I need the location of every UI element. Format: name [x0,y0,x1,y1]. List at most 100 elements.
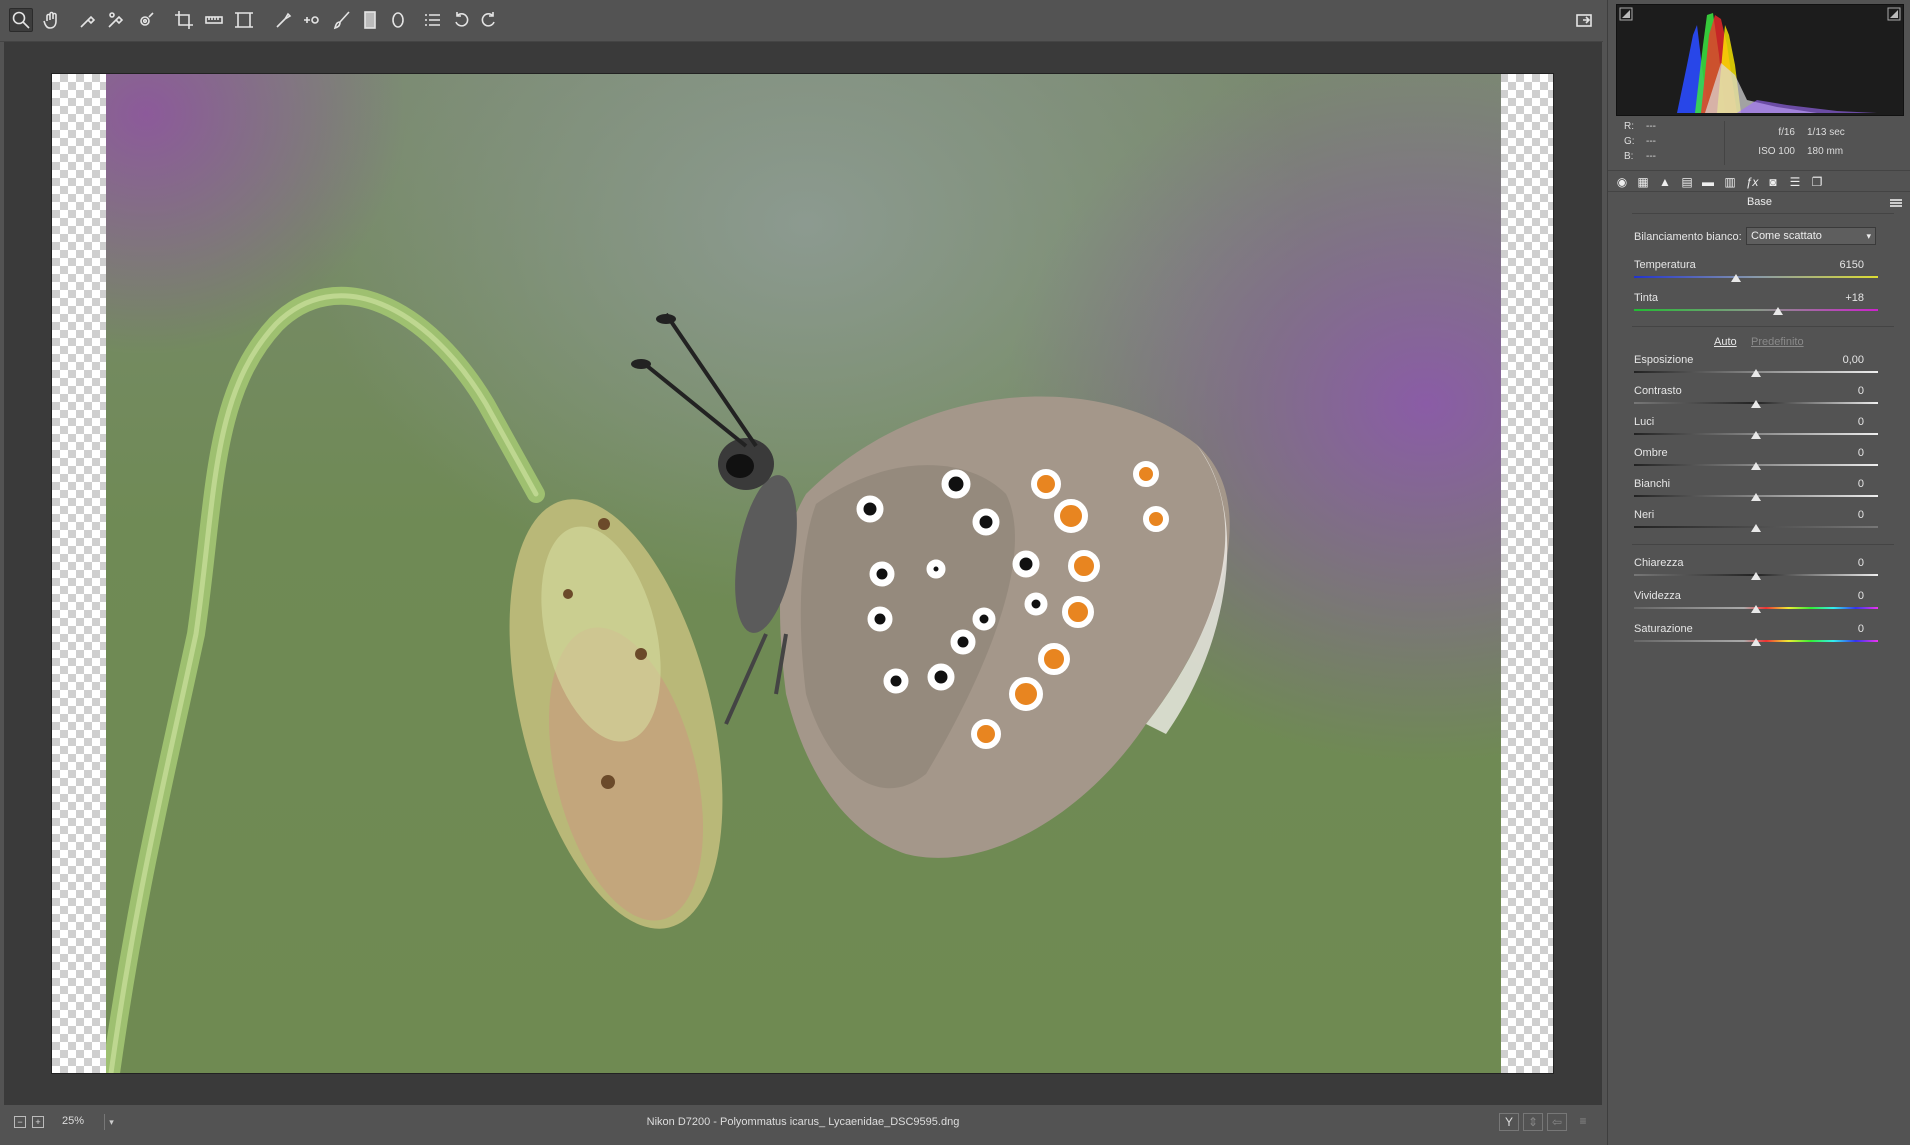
tab-tone-curve-icon[interactable]: ▦ [1635,174,1651,190]
slider-thumb[interactable] [1751,524,1761,532]
fullscreen-toggle-icon[interactable] [1572,8,1596,32]
slider-thumb[interactable] [1731,274,1742,282]
radial-filter-tool-icon[interactable] [386,8,410,32]
b-value: --- [1646,151,1656,162]
chiarezza-slider[interactable]: Chiarezza 0 [1634,557,1878,587]
default-button[interactable]: Predefinito [1751,336,1804,348]
slider-track[interactable] [1634,276,1878,278]
histogram [1616,4,1904,116]
histogram-graph [1619,7,1901,113]
tab-detail-icon[interactable]: ▲ [1657,174,1673,190]
esposizione-slider[interactable]: Esposizione 0,00 [1634,354,1878,384]
transparent-canvas [51,73,1554,1074]
slider-label: Bianchi [1634,478,1671,490]
slider-value[interactable]: 0 [1814,385,1864,397]
slider-value[interactable]: 0 [1814,557,1864,569]
butterfly-photo[interactable] [106,74,1501,1073]
auto-button[interactable]: Auto [1714,336,1737,348]
panel-menu-icon[interactable] [1890,199,1902,207]
slider-value[interactable]: 0 [1814,590,1864,602]
slider-label: Esposizione [1634,354,1694,366]
tab-presets-icon[interactable]: ☰ [1787,174,1803,190]
swap-before-after-icon[interactable]: ⇕ [1523,1113,1543,1131]
adjustment-brush-tool-icon[interactable] [330,8,354,32]
view-settings-icon[interactable]: ≡ [1573,1113,1593,1131]
graduated-filter-tool-icon[interactable] [358,8,382,32]
slider-thumb[interactable] [1751,638,1761,646]
slider-value[interactable]: 0 [1814,416,1864,428]
contrasto-slider[interactable]: Contrasto 0 [1634,385,1878,415]
slider-label: Tinta [1634,292,1659,304]
toolbar [0,0,1603,42]
slider-track[interactable] [1634,309,1878,311]
slider-value[interactable]: 0 [1814,509,1864,521]
rotate-left-tool-icon[interactable] [450,8,474,32]
white-balance-select[interactable]: Come scattato ▾ [1746,227,1876,245]
slider-thumb[interactable] [1751,572,1761,580]
vividezza-slider[interactable]: Vividezza 0 [1634,590,1878,620]
slider-value[interactable]: +18 [1814,292,1864,304]
crop-tool-icon[interactable] [172,8,196,32]
pixel-readout: R: --- G: --- B: --- f/16 1/13 sec ISO 1… [1618,121,1904,165]
shutter-value: 1/13 sec [1807,127,1845,138]
transform-tool-icon[interactable] [232,8,256,32]
slider-thumb[interactable] [1751,369,1761,377]
spot-removal-tool-icon[interactable] [272,8,296,32]
preferences-tool-icon[interactable] [420,8,444,32]
ombre-slider[interactable]: Ombre 0 [1634,447,1878,477]
file-name-label: Nikon D7200 - Polyommatus icarus_ Lycaen… [646,1116,960,1128]
hand-tool-icon[interactable] [40,8,64,32]
slider-label: Temperatura [1634,259,1696,271]
bianchi-slider[interactable]: Bianchi 0 [1634,478,1878,508]
section-divider [1632,213,1894,214]
neri-slider[interactable]: Neri 0 [1634,509,1878,539]
slider-thumb[interactable] [1751,493,1761,501]
targeted-adjustment-tool-icon[interactable] [134,8,158,32]
tab-hsl-icon[interactable]: ▤ [1679,174,1695,190]
before-after-toggle-icon[interactable]: Y [1499,1113,1519,1131]
r-label: R: [1624,121,1634,132]
slider-value[interactable]: 6150 [1814,259,1864,271]
tab-lens-corrections-icon[interactable]: ▥ [1722,174,1738,190]
tab-split-toning-icon[interactable]: ▬ [1700,174,1716,190]
rotate-right-tool-icon[interactable] [476,8,500,32]
slider-label: Contrasto [1634,385,1682,397]
zoom-tool-icon[interactable] [9,8,33,32]
copy-settings-icon[interactable]: ⇦ [1547,1113,1567,1131]
slider-value[interactable]: 0 [1814,447,1864,459]
straighten-tool-icon[interactable] [202,8,226,32]
slider-value[interactable]: 0 [1814,478,1864,490]
color-sampler-tool-icon[interactable] [104,8,128,32]
saturazione-slider[interactable]: Saturazione 0 [1634,623,1878,653]
white-balance-tool-icon[interactable] [76,8,100,32]
slider-value[interactable]: 0,00 [1814,354,1864,366]
slider-label: Vividezza [1634,590,1681,602]
slider-value[interactable]: 0 [1814,623,1864,635]
g-value: --- [1646,136,1656,147]
slider-thumb[interactable] [1751,605,1761,613]
slider-label: Chiarezza [1634,557,1684,569]
section-divider [1632,326,1894,327]
tinta-slider[interactable]: Tinta +18 [1634,292,1878,322]
slider-thumb[interactable] [1751,400,1761,408]
tab-snapshots-icon[interactable]: ❐ [1809,174,1825,190]
image-preview-area [4,42,1602,1105]
tab-camera-calibration-icon[interactable]: ◙ [1765,174,1781,190]
tab-basic-icon[interactable]: ◉ [1614,174,1630,190]
b-label: B: [1624,151,1634,162]
slider-label: Ombre [1634,447,1668,459]
slider-label: Saturazione [1634,623,1693,635]
camera-raw-window: − + 25% ▾ Nikon D7200 - Polyommatus icar… [0,0,1910,1145]
luci-slider[interactable]: Luci 0 [1634,416,1878,446]
panel-tabs: ◉ ▦ ▲ ▤ ▬ ▥ ƒx ◙ ☰ ❐ [1608,170,1910,192]
red-eye-tool-icon[interactable] [300,8,324,32]
adjustment-panel: R: --- G: --- B: --- f/16 1/13 sec ISO 1… [1607,0,1910,1145]
g-label: G: [1624,136,1635,147]
tab-effects-icon[interactable]: ƒx [1744,174,1760,190]
aperture-value: f/16 [1778,127,1795,138]
focal-length-value: 180 mm [1807,146,1844,157]
slider-thumb[interactable] [1772,307,1783,315]
slider-thumb[interactable] [1751,462,1761,470]
temperatura-slider[interactable]: Temperatura 6150 [1634,259,1878,289]
slider-thumb[interactable] [1751,431,1761,439]
